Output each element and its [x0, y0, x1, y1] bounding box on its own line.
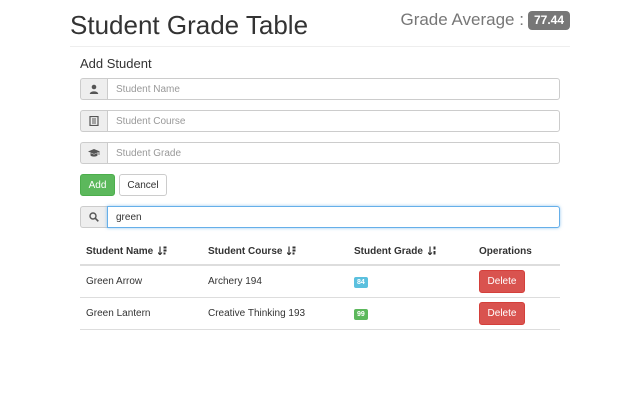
header-student-course[interactable]: Student Course	[202, 238, 348, 266]
student-course-cell: Creative Thinking 193	[202, 297, 348, 330]
student-grade-cell: 99	[348, 297, 473, 330]
search-input[interactable]	[107, 206, 560, 228]
student-course-cell: Archery 194	[202, 265, 348, 298]
main-panel: Add Student Student Name Student Course …	[80, 48, 560, 330]
student-course-input[interactable]	[107, 110, 560, 132]
table-row: Green Arrow Archery 194 84 Delete	[80, 265, 560, 298]
grade-badge: 99	[354, 308, 368, 320]
form-buttons: Add Cancel	[80, 174, 560, 196]
table-header-row: Student Name Student Course Student Grad…	[80, 238, 560, 266]
search-icon	[80, 206, 107, 228]
delete-button[interactable]: Delete	[479, 302, 525, 325]
page-header: Student Grade Table Grade Average : 77.4…	[70, 6, 570, 47]
graduation-cap-icon	[80, 142, 107, 164]
add-student-title: Add Student	[80, 56, 152, 71]
operations-cell: Delete	[473, 297, 560, 330]
student-grade-cell: 84	[348, 265, 473, 298]
student-course-group	[80, 110, 560, 132]
header-student-grade[interactable]: Student Grade	[348, 238, 473, 266]
header-student-course-label: Student Course	[208, 245, 283, 257]
grade-table: Student Name Student Course Student Grad…	[80, 238, 560, 330]
page-title: Student Grade Table	[70, 10, 309, 40]
student-name-cell: Green Arrow	[80, 265, 202, 298]
add-button[interactable]: Add	[80, 174, 115, 196]
header-student-name[interactable]: Student Name	[80, 238, 202, 266]
grade-badge: 84	[354, 276, 368, 288]
grade-average-badge: 77.44	[527, 10, 570, 30]
grade-average: Grade Average : 77.44	[400, 10, 570, 30]
student-name-cell: Green Lantern	[80, 297, 202, 330]
student-grade-group	[80, 142, 560, 164]
delete-button[interactable]: Delete	[479, 270, 525, 293]
student-name-input[interactable]	[107, 78, 560, 100]
cancel-button[interactable]: Cancel	[119, 174, 167, 196]
search-group	[80, 206, 560, 228]
student-grade-input[interactable]	[107, 142, 560, 164]
page: Student Grade Table Grade Average : 77.4…	[0, 0, 640, 420]
header-student-grade-label: Student Grade	[354, 245, 423, 257]
sort-icon	[158, 246, 167, 255]
sort-icon	[287, 246, 296, 255]
operations-cell: Delete	[473, 265, 560, 298]
student-name-group	[80, 78, 560, 100]
list-icon	[80, 110, 107, 132]
header-student-name-label: Student Name	[86, 245, 154, 257]
sort-icon	[427, 246, 436, 255]
user-icon	[80, 78, 107, 100]
table-row: Green Lantern Creative Thinking 193 99 D…	[80, 297, 560, 330]
header-operations: Operations	[473, 238, 560, 266]
grade-average-label: Grade Average :	[400, 10, 524, 29]
